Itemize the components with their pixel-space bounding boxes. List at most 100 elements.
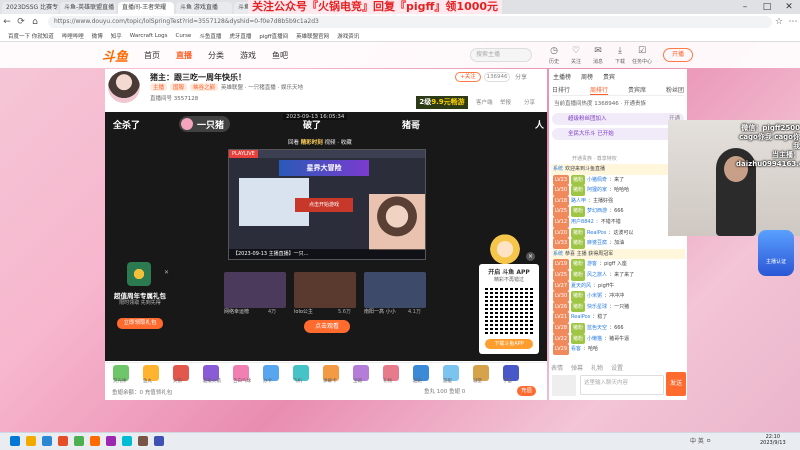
claim-gift-button[interactable]: 立即领取礼包 (117, 318, 163, 329)
rank-subtab[interactable]: 贵宾席 (628, 85, 646, 95)
refresh-icon[interactable]: ⟳ (14, 17, 28, 27)
send-button[interactable]: 发送 (666, 372, 686, 396)
taskbar-app-icon[interactable] (138, 436, 148, 446)
room-tool[interactable]: 举报 (500, 98, 511, 106)
chat-nickname[interactable]: 系统 (553, 166, 563, 172)
chat-nickname[interactable]: 梦幻西游 (587, 208, 607, 214)
taskbar-app-icon[interactable] (10, 436, 20, 446)
chat-list[interactable]: 系统 欢迎来到斗鱼直播 LV23 猪粉 小猪佩奇 ：来了 LV30 猪粉 阿狸的家 ：哈哈哈 LV1… (551, 164, 685, 360)
chat-tool[interactable]: 弹幕 (571, 365, 583, 372)
nav-3[interactable]: 游戏 (240, 50, 256, 61)
browser-tab[interactable]: 2023DSSG 比赛专题 (2, 2, 58, 14)
watch-button[interactable]: 点击观看 (304, 320, 350, 333)
follow-icon[interactable]: ♡ (567, 46, 585, 56)
menu-icon[interactable]: ⋯ (786, 17, 800, 27)
room-chip[interactable]: 国服 (170, 83, 188, 91)
clock[interactable]: 22:10 2023/9/13 (760, 434, 786, 446)
chat-nickname[interactable]: 阿狸的家 (587, 187, 607, 193)
bookmark-link[interactable]: 百度一下 你就知道 (8, 32, 54, 40)
close-icon[interactable]: ✕ (164, 269, 169, 276)
chat-nickname[interactable]: RealPos (571, 314, 590, 320)
url-field[interactable]: https://www.douyu.com/topic/lolSpringTes… (48, 16, 772, 28)
promo-9-9-banner[interactable]: 2级9.9元畅游 (416, 96, 468, 109)
start-game-button[interactable]: 点击开始游戏 (295, 198, 353, 212)
rank-tab[interactable]: 贵宾 (603, 74, 615, 81)
follow-button[interactable]: +关注 (455, 72, 481, 82)
download-app-button[interactable]: 下载斗鱼APP (485, 339, 533, 349)
emoji-picker-icon[interactable] (552, 375, 576, 396)
bookmark-link[interactable]: pigff直播间 (259, 32, 288, 40)
chat-nickname[interactable]: 小懒猫 (587, 336, 602, 342)
back-icon[interactable]: ← (0, 17, 14, 27)
close-window-icon[interactable]: ✕ (778, 0, 800, 14)
taskbar-app-icon[interactable] (74, 436, 84, 446)
chat-nickname[interactable]: 快乐星球 (587, 304, 607, 310)
rank-tab[interactable]: 主播榜 (553, 74, 571, 81)
video-thumbnail[interactable] (224, 272, 286, 308)
home-icon[interactable]: ⌂ (28, 17, 42, 27)
chat-tool[interactable]: 设置 (611, 365, 623, 372)
taskbar-app-icon[interactable] (90, 436, 100, 446)
nav-4[interactable]: 鱼吧 (272, 50, 288, 61)
stream-preview[interactable]: PLAYLIVE 星界大冒险 点击开始游戏 【2023-09-13 主播直播】一… (228, 149, 426, 260)
video-thumbnail[interactable] (364, 272, 426, 308)
nav-1[interactable]: 直播 (176, 50, 192, 61)
rank-subtab[interactable]: 日排行 (552, 85, 570, 95)
chat-nickname[interactable]: 小猪佩奇 (587, 177, 607, 183)
bookmark-link[interactable]: 游戏资讯 (337, 32, 359, 40)
chat-nickname[interactable]: 路人甲 (571, 198, 586, 204)
chat-nickname[interactable]: 游客 (587, 261, 597, 267)
chat-tool[interactable]: 礼物 (591, 365, 603, 372)
streamer-avatar[interactable] (108, 71, 140, 103)
taskbar-app-icon[interactable] (58, 436, 68, 446)
download-icon[interactable]: ⤓ (611, 46, 629, 56)
taskbar-app-icon[interactable] (26, 436, 36, 446)
browser-tab[interactable]: 直播间-王者荣耀 (118, 2, 174, 14)
anchor-badge[interactable]: 主播认证 (758, 230, 794, 276)
system-tray[interactable]: 中 英 ㅇ (690, 436, 711, 445)
video-tabs[interactable]: 回看 精彩时刻 视频 · 收藏 (288, 138, 352, 146)
close-icon[interactable]: × (526, 252, 535, 261)
taskbar-app-icon[interactable] (106, 436, 116, 446)
taskbar-app-icon[interactable] (154, 436, 164, 446)
nav-0[interactable]: 首页 (144, 50, 160, 61)
bookmark-link[interactable]: 斗鱼直播 (199, 32, 221, 40)
taskbar-app-icon[interactable] (42, 436, 52, 446)
room-tool[interactable]: 客户端 (476, 98, 493, 106)
browser-tab[interactable]: 斗鱼-英雄联盟直播 (60, 2, 116, 14)
chat-tools[interactable]: 表情 弹幕 礼物 设置 (551, 363, 631, 372)
bookmark-link[interactable]: 英雄联盟官网 (296, 32, 329, 40)
chat-nickname[interactable]: 看客 (571, 346, 581, 352)
room-tool[interactable]: 分享 (524, 98, 535, 106)
chat-nickname[interactable]: 蓝色天空 (587, 325, 607, 331)
chat-input[interactable]: 这里输入聊天内容 (580, 375, 664, 395)
fan-row[interactable]: 超级粉丝团加入 开通 (552, 113, 684, 125)
chat-nickname[interactable]: 麻婆豆腐 (587, 240, 607, 246)
bookmark-link[interactable]: 哔哩哔哩 (62, 32, 84, 40)
chat-tool[interactable]: 表情 (551, 365, 563, 372)
fan-row[interactable]: 全民大乐斗 已开始进入 (552, 128, 684, 140)
noble-note[interactable]: 开通贵族 · 尊享特权 (572, 155, 617, 162)
rank-tab[interactable]: 周榜 (581, 74, 593, 81)
nav-2[interactable]: 分类 (208, 50, 224, 61)
recharge-button[interactable]: 充值 (517, 386, 537, 396)
room-chip[interactable]: 主播 (150, 83, 168, 91)
chat-nickname[interactable]: 小米粥 (587, 293, 602, 299)
task-icon[interactable]: ☑ (633, 46, 651, 56)
chat-nickname[interactable]: 用户8842 (571, 219, 594, 225)
site-logo[interactable]: 斗鱼 (102, 46, 128, 65)
message-icon[interactable]: ✉ (589, 46, 607, 56)
bookmark-link[interactable]: Warcraft Logs (130, 33, 168, 39)
star-icon[interactable]: ☆ (772, 17, 786, 27)
maximize-icon[interactable]: □ (756, 0, 778, 14)
history-icon[interactable]: ◷ (545, 46, 563, 56)
room-chip[interactable]: 峡谷之巅 (190, 83, 219, 91)
browser-tab[interactable]: 斗鱼 游戏直播 (176, 2, 232, 14)
rank-subtabs[interactable]: 日排行 周排行 贵宾席 粉丝团 (552, 85, 684, 96)
rank-tabs[interactable]: 主播榜 周榜 贵宾 (553, 72, 625, 81)
video-thumbnail[interactable] (294, 272, 356, 308)
bookmark-link[interactable]: 微博 (92, 32, 103, 40)
rank-subtab[interactable]: 粉丝团 (666, 85, 684, 95)
share-link[interactable]: 分享 (515, 72, 527, 81)
chat-nickname[interactable]: RealPos (587, 230, 606, 236)
